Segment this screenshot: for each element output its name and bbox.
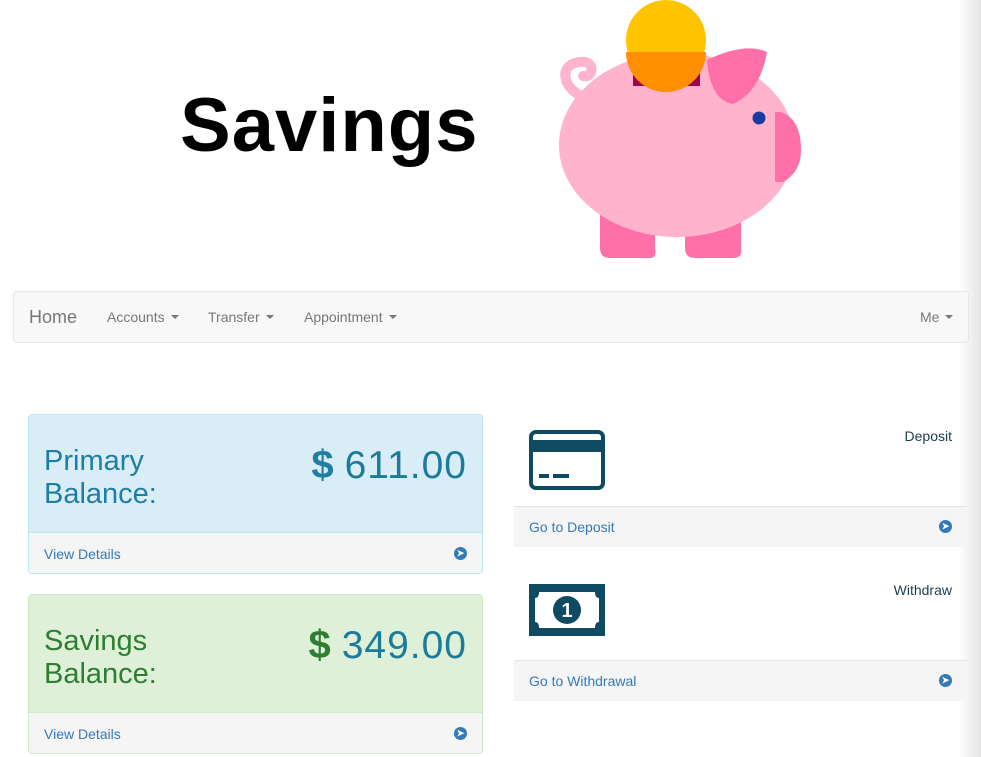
withdraw-title: Withdraw <box>893 582 952 598</box>
primary-balance-label: Primary Balance: <box>44 445 157 510</box>
nav-item-label: Me <box>920 309 940 325</box>
arrow-circle-right-icon[interactable]: ➤ <box>939 674 952 687</box>
window-edge-shadow <box>959 0 981 757</box>
svg-text:1: 1 <box>561 600 572 622</box>
nav-me-dropdown[interactable]: Me <box>920 309 954 325</box>
go-to-deposit-label[interactable]: Go to Deposit <box>529 519 615 535</box>
caret-down-icon <box>945 315 954 319</box>
caret-down-icon <box>265 315 274 319</box>
savings-balance-value: 349.00 <box>341 623 467 667</box>
go-to-deposit-link[interactable]: Go to Deposit ➤ <box>514 506 967 547</box>
money-bill-icon: 1 <box>529 584 605 636</box>
savings-balance-label: Savings Balance: <box>44 625 157 690</box>
primary-balance-value: 611.00 <box>344 443 467 487</box>
nav-appointment-dropdown[interactable]: Appointment <box>304 309 397 325</box>
nav-item-label: Accounts <box>107 309 165 325</box>
nav-item-label: Appointment <box>304 309 383 325</box>
nav-accounts-dropdown[interactable]: Accounts <box>107 309 179 325</box>
panel-heading: Savings Balance: $ 349.00 <box>29 595 482 713</box>
dollar-icon: $ <box>311 443 335 487</box>
caret-down-icon <box>388 315 397 319</box>
panel-heading: Primary Balance: $ 611.00 <box>29 415 482 533</box>
view-details-label[interactable]: View Details <box>44 726 121 742</box>
arrow-circle-right-icon[interactable]: ➤ <box>939 520 952 533</box>
savings-view-details-link[interactable]: View Details ➤ <box>29 713 482 753</box>
main-navbar: Home Accounts Transfer Appointment Me <box>13 291 969 343</box>
savings-balance-amount: $ 349.00 <box>308 623 467 668</box>
nav-item-label: Transfer <box>208 309 260 325</box>
go-to-withdrawal-label[interactable]: Go to Withdrawal <box>529 673 636 689</box>
credit-card-icon <box>529 430 605 490</box>
primary-balance-amount: $ 611.00 <box>311 443 467 488</box>
piggy-bank-icon <box>559 0 801 258</box>
view-details-label[interactable]: View Details <box>44 546 121 562</box>
caret-down-icon <box>170 315 179 319</box>
page-title: Savings <box>180 83 479 168</box>
arrow-circle-right-icon[interactable]: ➤ <box>454 727 467 740</box>
go-to-withdrawal-link[interactable]: Go to Withdrawal ➤ <box>514 660 967 701</box>
arrow-circle-right-icon[interactable]: ➤ <box>454 547 467 560</box>
primary-view-details-link[interactable]: View Details ➤ <box>29 533 482 573</box>
deposit-title: Deposit <box>904 428 952 444</box>
dollar-icon: $ <box>308 623 332 667</box>
primary-balance-panel: Primary Balance: $ 611.00 View Details ➤ <box>28 414 483 574</box>
nav-transfer-dropdown[interactable]: Transfer <box>208 309 274 325</box>
nav-home-link[interactable]: Home <box>29 307 77 328</box>
savings-balance-panel: Savings Balance: $ 349.00 View Details ➤ <box>28 594 483 754</box>
